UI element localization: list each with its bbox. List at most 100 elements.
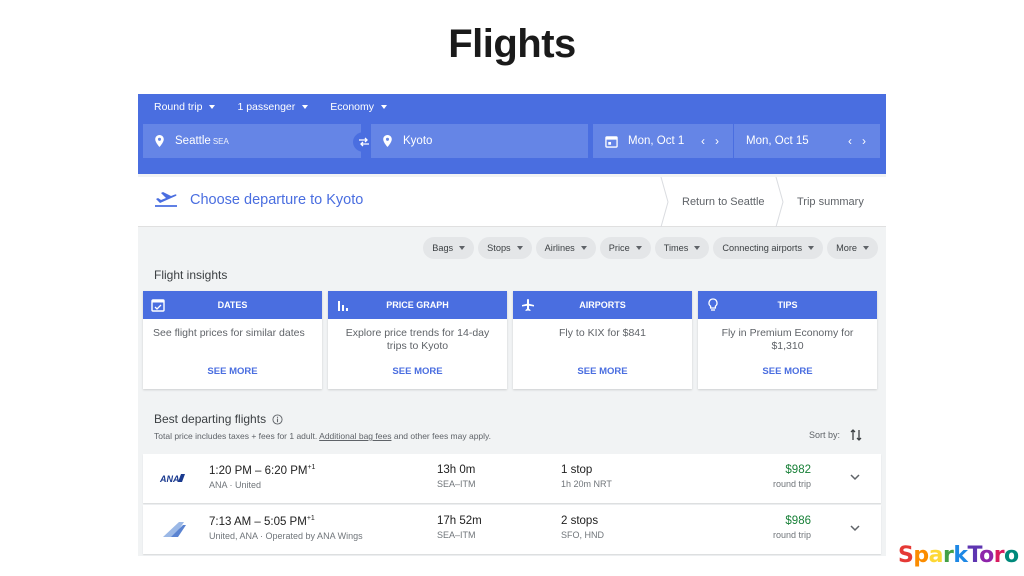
info-icon[interactable] bbox=[272, 413, 283, 425]
current-step: Choose departure to Kyoto bbox=[154, 191, 363, 209]
filter-label: Stops bbox=[487, 243, 511, 253]
flight-duration: 17h 52m SEA–ITM bbox=[437, 515, 482, 540]
caret-down-icon bbox=[381, 105, 388, 109]
return-date-nav: ‹ › bbox=[848, 134, 866, 148]
airplane-icon bbox=[522, 299, 534, 311]
sort-icon[interactable] bbox=[850, 428, 862, 442]
stops-value: 2 stops bbox=[561, 515, 599, 527]
caret-down-icon bbox=[635, 246, 642, 250]
price-value: $986 bbox=[785, 515, 811, 527]
day-offset: +1 bbox=[306, 515, 315, 522]
filter-times[interactable]: Times bbox=[654, 237, 710, 259]
flight-result-row[interactable]: ANA 1:20 PM – 6:20 PM+1 ANA · United 13h… bbox=[143, 454, 881, 503]
results-heading: Best departing flights bbox=[154, 412, 283, 426]
return-date-field[interactable]: Mon, Oct 15 ‹ › bbox=[734, 124, 880, 158]
duration-value: 17h 52m bbox=[437, 515, 482, 527]
insight-card-price-graph[interactable]: PRICE GRAPH Explore price trends for 14-… bbox=[328, 291, 507, 389]
flight-route: SEA–ITM bbox=[437, 530, 476, 540]
expand-chevron-icon[interactable] bbox=[849, 523, 861, 533]
origin-city: Seattle bbox=[175, 135, 211, 147]
brand-letter: T bbox=[967, 543, 980, 568]
insight-card-tips[interactable]: TIPS Fly in Premium Economy for $1,310 S… bbox=[698, 291, 877, 389]
depart-date-nav: ‹ › bbox=[701, 134, 719, 148]
origin-field[interactable]: Seattle SEA bbox=[143, 124, 361, 158]
filter-label: Bags bbox=[432, 243, 454, 253]
filter-connecting-airports[interactable]: Connecting airports bbox=[713, 237, 824, 259]
caret-down-icon bbox=[580, 246, 587, 250]
cabin-label: Economy bbox=[330, 101, 375, 113]
trip-type-dropdown[interactable]: Round trip bbox=[154, 101, 216, 113]
flight-time-range: 7:13 AM – 5:05 PM bbox=[209, 515, 307, 528]
filter-stops[interactable]: Stops bbox=[478, 237, 532, 259]
duration-value: 13h 0m bbox=[437, 464, 476, 476]
prev-date-icon[interactable]: ‹ bbox=[701, 134, 705, 148]
current-step-label: Choose departure to Kyoto bbox=[190, 192, 364, 208]
step-return[interactable]: Return to Seattle bbox=[665, 177, 779, 227]
flight-airline: United, ANA · Operated by ANA Wings bbox=[209, 530, 363, 541]
bar-chart-icon bbox=[338, 301, 348, 311]
united-ana-logo-icon bbox=[163, 522, 186, 537]
brand-letter: k bbox=[953, 543, 968, 568]
passengers-dropdown[interactable]: 1 passenger bbox=[237, 101, 309, 113]
sort-label: Sort by: bbox=[808, 430, 840, 440]
flight-price: $982 round trip bbox=[743, 464, 811, 489]
card-title: PRICE GRAPH bbox=[386, 300, 449, 310]
card-text: Fly in Premium Economy for $1,310 bbox=[721, 327, 854, 352]
calendar-check-icon bbox=[151, 299, 165, 312]
origin-code: SEA bbox=[212, 136, 229, 146]
card-header: TIPS bbox=[698, 291, 877, 319]
step-return-label: Return to Seattle bbox=[682, 196, 765, 208]
caret-down-icon bbox=[516, 246, 523, 250]
card-title: AIRPORTS bbox=[579, 300, 626, 310]
price-value: $982 bbox=[785, 464, 811, 476]
filter-label: Airlines bbox=[544, 243, 575, 253]
next-date-icon[interactable]: › bbox=[862, 134, 866, 148]
filter-label: Times bbox=[663, 243, 689, 253]
flight-result-row[interactable]: 7:13 AM – 5:05 PM+1 United, ANA · Operat… bbox=[143, 505, 881, 554]
filter-chips: Bags Stops Airlines Price Times Connecti… bbox=[423, 237, 878, 259]
see-more-link[interactable]: SEE MORE bbox=[328, 366, 507, 377]
see-more-link[interactable]: SEE MORE bbox=[143, 366, 322, 377]
flight-route: SEA–ITM bbox=[437, 479, 476, 489]
destination-field[interactable]: Kyoto bbox=[371, 124, 588, 158]
next-date-icon[interactable]: › bbox=[715, 134, 719, 148]
insight-card-dates[interactable]: DATES See flight prices for similar date… bbox=[143, 291, 322, 389]
location-pin-icon bbox=[155, 135, 164, 147]
see-more-link[interactable]: SEE MORE bbox=[513, 366, 692, 377]
day-offset: +1 bbox=[307, 464, 316, 471]
cabin-dropdown[interactable]: Economy bbox=[330, 101, 388, 113]
price-note-prefix: Total price includes taxes + fees for 1 … bbox=[154, 431, 318, 441]
step-summary[interactable]: Trip summary bbox=[779, 177, 886, 227]
price-type: round trip bbox=[772, 479, 811, 489]
card-text: Fly to KIX for $841 bbox=[559, 327, 646, 339]
step-bar: Choose departure to Kyoto Return to Seat… bbox=[138, 177, 886, 227]
filter-price[interactable]: Price bbox=[599, 237, 651, 259]
insight-cards: DATES See flight prices for similar date… bbox=[143, 291, 877, 389]
price-type: round trip bbox=[772, 530, 811, 540]
caret-down-icon bbox=[459, 246, 466, 250]
prev-date-icon[interactable]: ‹ bbox=[848, 134, 852, 148]
flight-airline: ANA · United bbox=[209, 479, 262, 490]
caret-down-icon bbox=[302, 105, 309, 109]
bag-fees-link[interactable]: Additional bag fees bbox=[319, 431, 391, 441]
depart-date-field[interactable]: Mon, Oct 1 ‹ › bbox=[593, 124, 733, 158]
stops-value: 1 stop bbox=[561, 464, 593, 476]
sort-control: Sort by: bbox=[809, 428, 862, 442]
card-text: Explore price trends for 14-day trips to… bbox=[345, 327, 490, 352]
insight-card-airports[interactable]: AIRPORTS Fly to KIX for $841 SEE MORE bbox=[513, 291, 692, 389]
filter-more[interactable]: More bbox=[827, 237, 878, 259]
caret-down-icon bbox=[209, 105, 216, 109]
stop-detail: 1h 20m NRT bbox=[561, 479, 612, 489]
filter-bags[interactable]: Bags bbox=[423, 237, 475, 259]
filter-label: Connecting airports bbox=[722, 243, 803, 253]
filter-airlines[interactable]: Airlines bbox=[535, 237, 596, 259]
flight-duration: 13h 0m SEA–ITM bbox=[437, 464, 476, 489]
see-more-link[interactable]: SEE MORE bbox=[698, 366, 877, 377]
price-note-suffix: and other fees may apply. bbox=[393, 431, 492, 441]
ana-logo-icon: ANA bbox=[159, 474, 185, 484]
caret-down-icon bbox=[694, 246, 701, 250]
brand-letter: o bbox=[1004, 543, 1019, 568]
filter-label: Price bbox=[608, 243, 630, 253]
expand-chevron-icon[interactable] bbox=[849, 472, 861, 482]
card-text: See flight prices for similar dates bbox=[153, 327, 305, 339]
